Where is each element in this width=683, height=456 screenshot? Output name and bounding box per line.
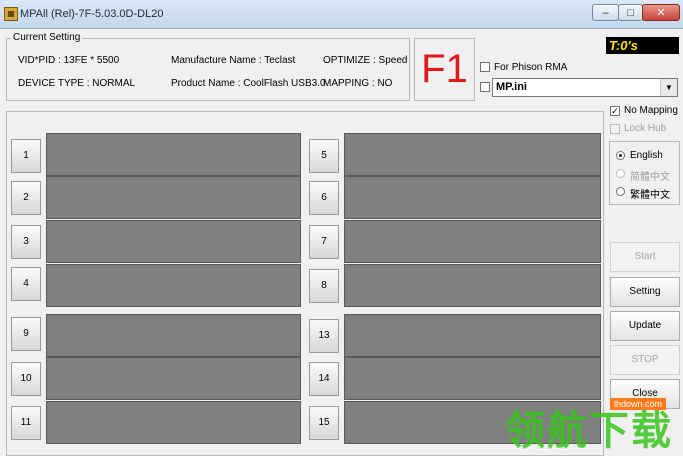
- current-setting-legend: Current Setting: [11, 32, 83, 43]
- port-button-11[interactable]: 11: [11, 406, 41, 440]
- window-title: MPAll (Rel)-7F-5.03.0D-DL20: [20, 8, 164, 20]
- language-english-radio[interactable]: [616, 151, 625, 160]
- minimize-button[interactable]: –: [592, 4, 619, 21]
- port-button-1[interactable]: 1: [11, 139, 41, 173]
- product-name-info: Product Name : CoolFlash USB3.0: [171, 78, 326, 89]
- close-window-button[interactable]: ✕: [642, 4, 680, 21]
- port-status-1: [46, 133, 301, 176]
- timer-display: T:0's: [606, 37, 679, 54]
- start-button[interactable]: Start: [610, 242, 680, 272]
- port-button-7[interactable]: 7: [309, 225, 339, 259]
- port-button-4[interactable]: 4: [11, 267, 41, 301]
- port-status-11: [46, 401, 301, 444]
- port-button-2[interactable]: 2: [11, 181, 41, 215]
- ini-file-select[interactable]: MP.ini ▼: [492, 78, 678, 97]
- port-button-15[interactable]: 15: [309, 406, 339, 440]
- port-status-4: [46, 264, 301, 307]
- function-key-indicator: F1: [414, 38, 475, 101]
- language-traditional-chinese-label: 繁體中文: [630, 190, 670, 201]
- optimize-info: OPTIMIZE : Speed: [323, 55, 408, 66]
- language-simplified-chinese-label: 简體中文: [630, 172, 670, 183]
- port-status-9: [46, 314, 301, 357]
- port-status-13: [344, 314, 601, 357]
- lock-hub-label: Lock Hub: [624, 123, 667, 134]
- port-button-14[interactable]: 14: [309, 362, 339, 396]
- ini-file-checkbox[interactable]: [480, 82, 490, 92]
- port-button-9[interactable]: 9: [11, 317, 41, 351]
- language-traditional-chinese-radio[interactable]: [616, 187, 625, 196]
- current-setting-group: [6, 38, 410, 101]
- stop-button[interactable]: STOP: [610, 345, 680, 375]
- port-status-3: [46, 220, 301, 263]
- port-status-7: [344, 220, 601, 263]
- title-bar[interactable]: ▦ MPAll (Rel)-7F-5.03.0D-DL20 – □ ✕: [0, 0, 683, 29]
- app-icon: ▦: [4, 7, 18, 21]
- port-button-10[interactable]: 10: [11, 362, 41, 396]
- manufacture-name-info: Manufacture Name : Teclast: [171, 55, 296, 66]
- device-type-info: DEVICE TYPE : NORMAL: [18, 78, 136, 89]
- ini-file-value: MP.ini: [496, 81, 527, 93]
- for-phison-rma-label: For Phison RMA: [494, 62, 568, 73]
- maximize-button[interactable]: □: [618, 4, 643, 21]
- language-simplified-chinese-radio[interactable]: [616, 169, 625, 178]
- mapping-info: MAPPING : NO: [323, 78, 393, 89]
- no-mapping-checkbox[interactable]: ✓: [610, 106, 620, 116]
- for-phison-rma-checkbox[interactable]: [480, 62, 490, 72]
- port-status-2: [46, 176, 301, 219]
- port-status-6: [344, 176, 601, 219]
- port-button-5[interactable]: 5: [309, 139, 339, 173]
- port-button-6[interactable]: 6: [309, 181, 339, 215]
- update-button[interactable]: Update: [610, 311, 680, 341]
- chevron-down-icon[interactable]: ▼: [660, 79, 677, 96]
- port-button-3[interactable]: 3: [11, 225, 41, 259]
- port-status-5: [344, 133, 601, 176]
- language-english-label: English: [630, 150, 663, 161]
- vid-pid-info: VID*PID : 13FE * 5500: [18, 55, 120, 66]
- lock-hub-checkbox[interactable]: [610, 124, 620, 134]
- no-mapping-label: No Mapping: [624, 105, 678, 116]
- watermark-url: lhdown.com: [610, 398, 667, 410]
- port-status-10: [46, 357, 301, 400]
- port-status-14: [344, 357, 601, 400]
- port-status-8: [344, 264, 601, 307]
- port-button-13[interactable]: 13: [309, 319, 339, 353]
- port-button-8[interactable]: 8: [309, 269, 339, 303]
- setting-button[interactable]: Setting: [610, 277, 680, 307]
